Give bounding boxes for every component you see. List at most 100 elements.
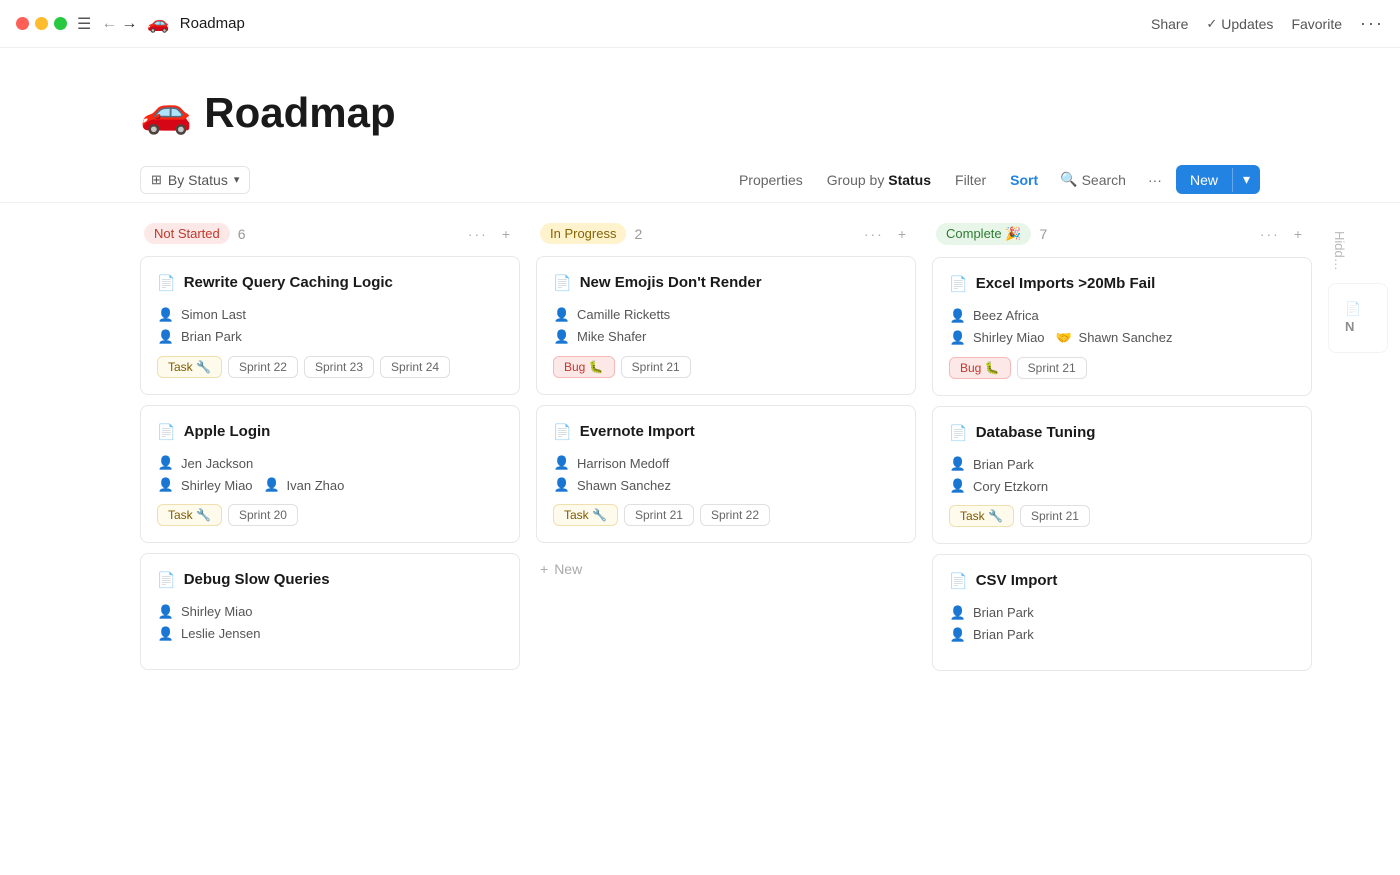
- doc-icon: 📄: [157, 571, 176, 591]
- new-btn-dropdown-icon[interactable]: ▾: [1233, 165, 1260, 194]
- share-button[interactable]: Share: [1151, 16, 1188, 32]
- not-started-add-button[interactable]: +: [496, 224, 516, 244]
- tag: Task 🔧: [157, 504, 222, 526]
- person-name: Leslie Jensen: [181, 626, 261, 641]
- traffic-lights: [16, 17, 67, 30]
- card-csv-import[interactable]: 📄 CSV Import 👤 Brian Park 👤 Brian Park: [932, 554, 1312, 671]
- person-row: 👤 Brian Park: [949, 604, 1295, 622]
- more-button[interactable]: ···: [1360, 13, 1384, 34]
- view-selector[interactable]: ⊞ By Status ▾: [140, 166, 250, 194]
- avatar: 👤: [157, 454, 175, 472]
- toolbar-left: ⊞ By Status ▾: [140, 166, 250, 194]
- person-name: Shirley Miao: [181, 604, 253, 619]
- col-actions-not-started: ··· +: [464, 224, 516, 244]
- avatar: 👤: [949, 626, 967, 644]
- person-name: Shirley Miao: [181, 478, 253, 493]
- card-excel-imports[interactable]: 📄 Excel Imports >20Mb Fail 👤 Beez Africa…: [932, 257, 1312, 396]
- tag: Bug 🐛: [949, 357, 1011, 379]
- card-title: 📄 Evernote Import: [553, 422, 899, 443]
- card-tags: Bug 🐛 Sprint 21: [553, 356, 899, 378]
- card-apple-login[interactable]: 📄 Apple Login 👤 Jen Jackson 👤 Shirley Mi…: [140, 405, 520, 544]
- tag: Task 🔧: [553, 504, 618, 526]
- in-progress-badge: In Progress: [540, 223, 626, 244]
- favorite-button[interactable]: Favorite: [1291, 16, 1342, 32]
- tag: Task 🔧: [949, 505, 1014, 527]
- sprint-tag: Sprint 21: [1017, 357, 1087, 379]
- card-title-text: CSV Import: [976, 571, 1058, 591]
- view-label: By Status: [168, 172, 228, 188]
- doc-icon: 📄: [949, 275, 968, 295]
- card-new-emojis[interactable]: 📄 New Emojis Don't Render 👤 Camille Rick…: [536, 256, 916, 395]
- sprint-tag: Sprint 21: [621, 356, 691, 378]
- column-header-in-progress: In Progress 2 ··· +: [536, 223, 916, 244]
- card-database-tuning[interactable]: 📄 Database Tuning 👤 Brian Park 👤 Cory Et…: [932, 406, 1312, 545]
- complete-add-button[interactable]: +: [1288, 224, 1308, 244]
- card-title-text: Apple Login: [184, 422, 271, 442]
- chevron-down-icon: ▾: [234, 173, 240, 186]
- card-rewrite-query[interactable]: 📄 Rewrite Query Caching Logic 👤 Simon La…: [140, 256, 520, 395]
- search-button[interactable]: 🔍 Search: [1052, 166, 1134, 193]
- toolbar-more-button[interactable]: ···: [1138, 167, 1172, 193]
- avatar: 👤: [949, 604, 967, 622]
- person-row: 👤 Brian Park: [949, 455, 1295, 473]
- back-arrow[interactable]: ←: [101, 15, 117, 33]
- card-title-text: New Emojis Don't Render: [580, 273, 762, 293]
- person-row: 👤 Camille Ricketts: [553, 306, 899, 324]
- avatar: 🤝: [1055, 329, 1073, 347]
- complete-more-icon[interactable]: ···: [1256, 224, 1284, 244]
- card-title-text: Debug Slow Queries: [184, 570, 330, 590]
- not-started-count: 6: [238, 226, 246, 242]
- minimize-button[interactable]: [35, 17, 48, 30]
- group-by-button[interactable]: Group by Status: [817, 167, 941, 193]
- titlebar: ☰ ← → 🚗 Roadmap Share ✓ Updates Favorite…: [0, 0, 1400, 48]
- avatar: 👤: [157, 625, 175, 643]
- hamburger-icon[interactable]: ☰: [77, 14, 91, 34]
- card-evernote-import[interactable]: 📄 Evernote Import 👤 Harrison Medoff 👤 Sh…: [536, 405, 916, 544]
- tag: Task 🔧: [157, 356, 222, 378]
- doc-icon: 📄: [157, 274, 176, 294]
- card-hidden-partial[interactable]: 📄 N: [1328, 283, 1388, 353]
- filter-button[interactable]: Filter: [945, 167, 996, 193]
- person-name: Mike Shafer: [577, 329, 646, 344]
- person-name: Shawn Sanchez: [577, 478, 671, 493]
- avatar: 👤: [157, 476, 175, 494]
- properties-button[interactable]: Properties: [729, 167, 813, 193]
- view-icon: ⊞: [151, 172, 162, 188]
- sprint-tag: Sprint 22: [228, 356, 298, 378]
- column-header-hidden: Hidd…: [1328, 223, 1388, 271]
- person-name: Brian Park: [181, 329, 242, 344]
- toolbar: ⊞ By Status ▾ Properties Group by Status…: [0, 157, 1400, 203]
- person-row: 👤 Cory Etzkorn: [949, 477, 1295, 495]
- sprint-tag: Sprint 24: [380, 356, 450, 378]
- card-people: 👤 Simon Last 👤 Brian Park: [157, 306, 503, 346]
- forward-arrow[interactable]: →: [121, 15, 137, 33]
- maximize-button[interactable]: [54, 17, 67, 30]
- tag: Bug 🐛: [553, 356, 615, 378]
- doc-icon: 📄: [949, 572, 968, 592]
- new-button[interactable]: New ▾: [1176, 165, 1260, 194]
- person-name: Cory Etzkorn: [973, 479, 1048, 494]
- person-row: 👤 Shawn Sanchez: [553, 476, 899, 494]
- column-header-not-started: Not Started 6 ··· +: [140, 223, 520, 244]
- card-debug-slow-queries[interactable]: 📄 Debug Slow Queries 👤 Shirley Miao 👤 Le…: [140, 553, 520, 670]
- column-in-progress: In Progress 2 ··· + 📄 New Emojis Don't R…: [536, 223, 916, 585]
- updates-button[interactable]: ✓ Updates: [1206, 16, 1273, 32]
- avatar: 👤: [553, 306, 571, 324]
- person-row: 👤 Mike Shafer: [553, 328, 899, 346]
- close-button[interactable]: [16, 17, 29, 30]
- card-title: 📄 Database Tuning: [949, 423, 1295, 444]
- in-progress-add-button[interactable]: +: [892, 224, 912, 244]
- sort-button[interactable]: Sort: [1000, 167, 1048, 193]
- person-name: Shawn Sanchez: [1079, 330, 1173, 345]
- page-emoji: 🚗: [140, 88, 192, 137]
- not-started-badge: Not Started: [144, 223, 230, 244]
- person-name: Harrison Medoff: [577, 456, 669, 471]
- titlebar-left: ☰ ← → 🚗 Roadmap: [16, 13, 245, 34]
- in-progress-more-icon[interactable]: ···: [860, 224, 888, 244]
- column-hidden: Hidd… 📄 N: [1328, 223, 1388, 363]
- not-started-more-icon[interactable]: ···: [464, 224, 492, 244]
- new-card-button[interactable]: + New: [536, 553, 916, 585]
- card-people: 👤 Jen Jackson 👤 Shirley Miao 👤 Ivan Zhao: [157, 454, 503, 494]
- card-title-text-partial: N: [1345, 319, 1354, 334]
- new-button-label: New: [1176, 166, 1232, 194]
